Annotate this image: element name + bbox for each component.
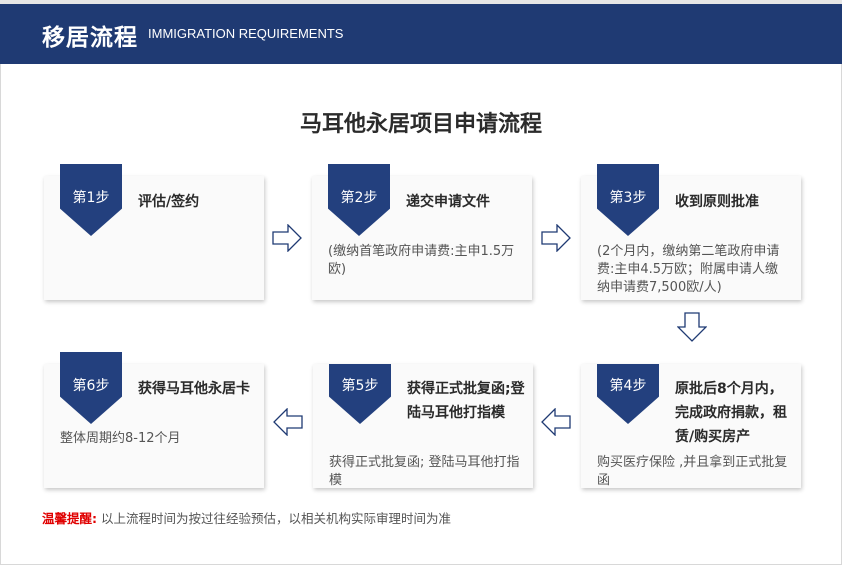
arrow-down-icon [677,312,707,342]
step-badge: 第1步 [60,164,122,236]
step-card-4: 第4步 原批后8个月内，完成政府捐款，租赁/购买房产 购买医疗保险 ,并且拿到正… [581,364,801,488]
arrow-left-icon [541,408,571,436]
step-badge: 第4步 [597,364,659,424]
header-subtitle: IMMIGRATION REQUIREMENTS [148,26,344,41]
step-badge: 第5步 [329,364,391,424]
step-desc: 购买医疗保险 ,并且拿到正式批复函 [597,455,788,488]
arrow-right-icon [272,224,302,252]
step-desc: (2个月内，缴纳第二笔政府申请费:主申4.5万欧；附属申请人缴纳申请费7,500… [597,244,780,295]
step-card-5: 第5步 获得正式批复函;登陆马耳他打指模 获得正式批复函; 登陆马耳他打指模 [313,364,533,488]
step-title: 获得马耳他永居卡 [138,381,250,397]
step-desc: 获得正式批复函; 登陆马耳他打指模 [329,455,520,488]
step-card-3: 第3步 收到原则批准 (2个月内，缴纳第二笔政府申请费:主申4.5万欧；附属申请… [581,164,801,300]
step-badge: 第2步 [328,164,390,236]
notice: 温馨提醒: 以上流程时间为按过往经验预估，以相关机构实际审理时间为准 [42,508,451,527]
step-title: 收到原则批准 [675,194,759,210]
step-title: 评估/签约 [138,194,200,210]
header-title: 移居流程 [42,25,138,51]
step-card-2: 第2步 递交申请文件 (缴纳首笔政府申请费:主申1.5万欧) [312,164,532,300]
step-desc: 整体周期约8-12个月 [60,431,181,446]
arrow-left-icon [273,408,303,436]
notice-text: 以上流程时间为按过往经验预估，以相关机构实际审理时间为准 [100,511,451,526]
header-bar: 移居流程 IMMIGRATION REQUIREMENTS [0,0,842,64]
step-badge: 第6步 [60,352,122,424]
step-card-1: 第1步 评估/签约 [44,164,264,300]
step-title: 原批后8个月内，完成政府捐款，租赁/购买房产 [675,381,787,445]
step-card-6: 第6步 获得马耳他永居卡 整体周期约8-12个月 [44,352,264,488]
page-title: 马耳他永居项目申请流程 [299,112,542,137]
step-title: 获得正式批复函;登陆马耳他打指模 [407,381,525,421]
step-badge: 第3步 [597,164,659,236]
step-title: 递交申请文件 [406,194,490,210]
arrow-right-icon [541,224,571,252]
notice-label: 温馨提醒: [42,511,97,526]
step-desc: (缴纳首笔政府申请费:主申1.5万欧) [328,244,515,277]
